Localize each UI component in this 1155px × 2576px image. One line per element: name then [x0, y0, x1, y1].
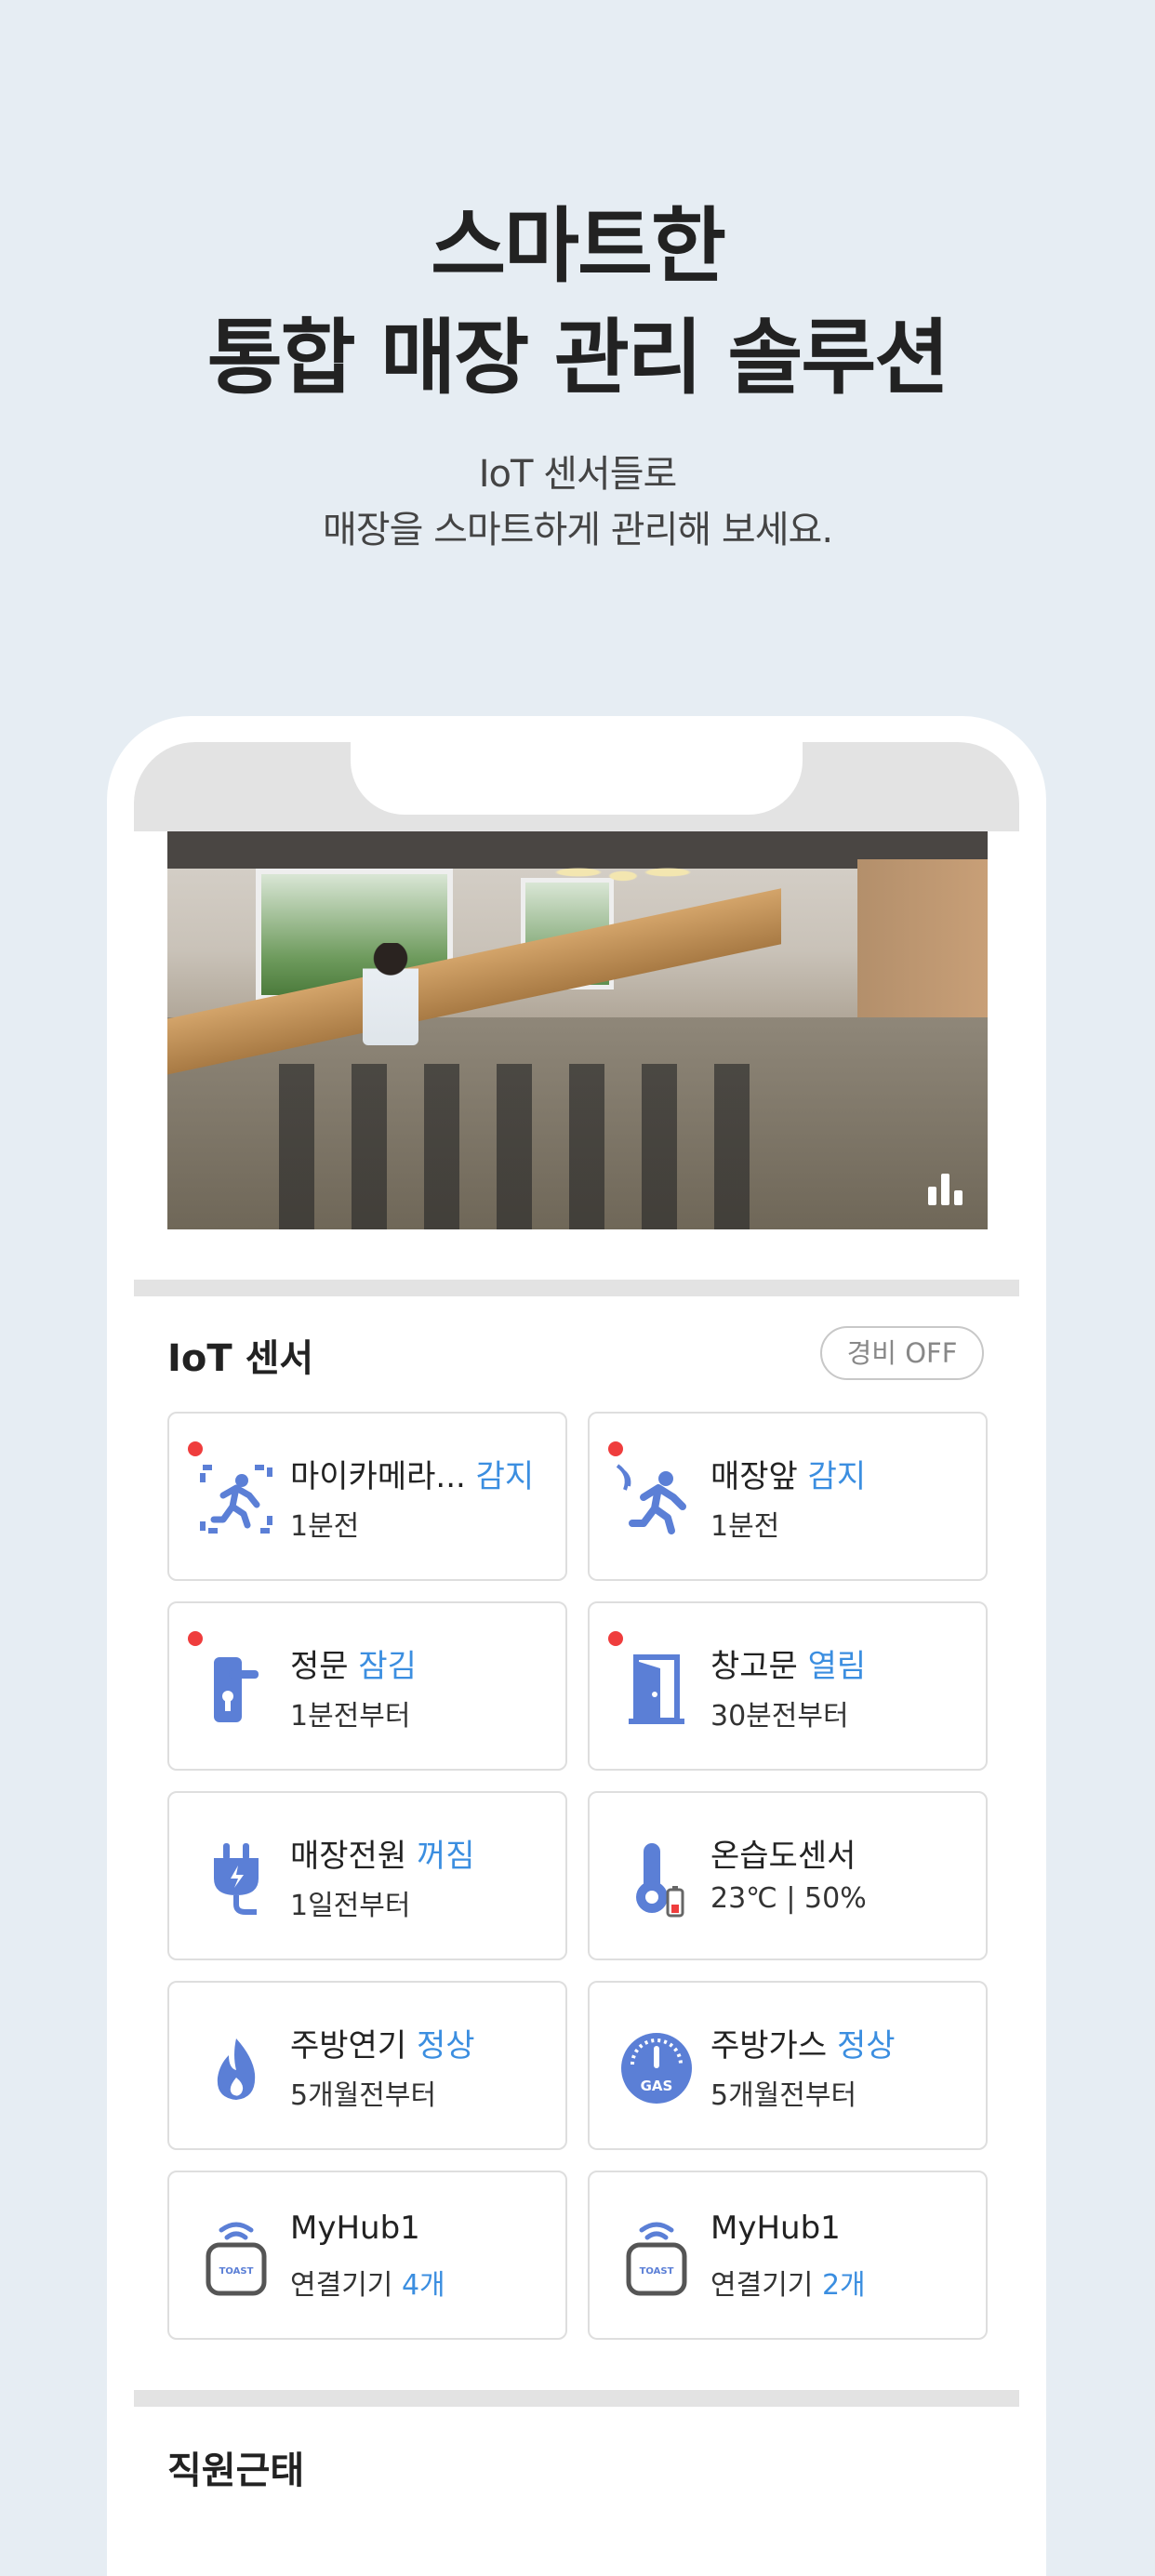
hero-title-line1: 스마트한	[431, 198, 726, 294]
section-divider	[134, 1280, 1019, 1296]
hero-title-line2: 통합 매장 관리 솔루션	[206, 310, 950, 405]
sensor-status: 꺼짐	[416, 1838, 475, 1875]
section-divider	[134, 2390, 1019, 2407]
alert-dot	[608, 1441, 623, 1456]
camera-feed-image[interactable]	[167, 831, 988, 1229]
sensor-label: 주방가스 정상	[710, 2027, 896, 2065]
sensor-time: 23℃ | 50%	[710, 1882, 867, 1915]
motion-camera-icon	[200, 1465, 272, 1534]
iot-section-title: IoT 센서	[167, 1337, 314, 1380]
sensor-card-temperature-humidity[interactable]: 온습도센서 23℃ | 50%	[588, 1791, 988, 1960]
sensor-label: 마이카메라... 감지	[290, 1458, 535, 1495]
hub-icon: TOAST	[626, 2222, 687, 2296]
sensor-time: 1분전	[710, 1510, 780, 1543]
sensor-label: 창고문 열림	[710, 1648, 867, 1685]
phone-notch	[351, 742, 803, 815]
sensor-card-storefront[interactable]: 매장앞 감지 1분전	[588, 1412, 988, 1581]
sensor-card-front-door[interactable]: 정문 잠김 1분전부터	[167, 1601, 567, 1771]
sensor-status: 정상	[836, 2027, 896, 2065]
svg-text:GAS: GAS	[641, 2078, 673, 2094]
hero-subtitle-line2: 매장을 스마트하게 관리해 보세요.	[322, 509, 833, 551]
power-plug-icon	[214, 1843, 259, 1915]
hero-subtitle: IoT 센서들로 매장을 스마트하게 관리해 보세요.	[0, 446, 1155, 558]
hub-name: MyHub1	[710, 2210, 841, 2247]
sensor-time: 1분전부터	[290, 1700, 411, 1733]
hub-icon: TOAST	[206, 2222, 267, 2296]
hub-device-count: 4개	[401, 2269, 445, 2302]
sensor-time: 1일전부터	[290, 1890, 411, 1922]
sensor-card-camera[interactable]: 마이카메라... 감지 1분전	[167, 1412, 567, 1581]
hub-name: MyHub1	[290, 2210, 420, 2247]
sensor-time: 5개월전부터	[290, 2079, 437, 2112]
sensor-card-store-power[interactable]: 매장전원 꺼짐 1일전부터	[167, 1791, 567, 1960]
sensor-label: 매장앞 감지	[710, 1458, 867, 1495]
sensor-status: 감지	[475, 1458, 535, 1495]
sensor-card-kitchen-smoke[interactable]: 주방연기 정상 5개월전부터	[167, 1981, 567, 2150]
alert-dot	[188, 1631, 203, 1646]
sensor-label: 주방연기 정상	[290, 2027, 475, 2065]
hub-card-2[interactable]: TOAST MyHub1 연결기기 2개	[588, 2171, 988, 2340]
alert-dot	[188, 1441, 203, 1456]
motion-sensor-icon	[616, 1464, 686, 1534]
sensor-card-warehouse-door[interactable]: 창고문 열림 30분전부터	[588, 1601, 988, 1771]
sensor-time: 5개월전부터	[710, 2079, 857, 2112]
sensor-status: 잠김	[358, 1648, 417, 1685]
gas-gauge-icon: GAS	[621, 2033, 692, 2104]
door-lock-icon	[214, 1657, 259, 1722]
sensor-status: 정상	[416, 2027, 475, 2065]
sensor-time: 30분전부터	[710, 1700, 849, 1733]
smoke-flame-icon	[217, 2038, 256, 2100]
sensor-label: 온습도센서	[710, 1838, 856, 1875]
hub-card-1[interactable]: TOAST MyHub1 연결기기 4개	[167, 2171, 567, 2340]
sensor-status: 감지	[807, 1458, 867, 1495]
hero-title: 스마트한 통합 매장 관리 솔루션	[0, 191, 1155, 414]
guard-toggle-button[interactable]: 경비 OFF	[820, 1326, 984, 1380]
alert-dot	[608, 1631, 623, 1646]
thermometer-icon	[636, 1843, 684, 1918]
hero-subtitle-line1: IoT 센서들로	[478, 453, 678, 496]
phone-screen: IoT 센서 경비 OFF 마이카메라... 감지 1분전 매장앞 감지 1분전	[134, 742, 1019, 2500]
hub-device-count: 2개	[821, 2269, 866, 2302]
sensor-label: 정문 잠김	[290, 1648, 417, 1685]
svg-text:TOAST: TOAST	[640, 2266, 674, 2277]
sensor-card-kitchen-gas[interactable]: GAS 주방가스 정상 5개월전부터	[588, 1981, 988, 2150]
hub-devices: 연결기기 2개	[710, 2269, 866, 2302]
hub-devices: 연결기기 4개	[290, 2269, 445, 2302]
sensor-status: 열림	[807, 1648, 867, 1685]
attendance-section-title: 직원근태	[167, 2450, 305, 2492]
open-door-icon	[629, 1654, 684, 1724]
svg-text:TOAST: TOAST	[219, 2266, 254, 2277]
sensor-label: 매장전원 꺼짐	[290, 1838, 475, 1875]
bar-chart-icon[interactable]	[926, 1170, 965, 1207]
sensor-time: 1분전	[290, 1510, 360, 1543]
